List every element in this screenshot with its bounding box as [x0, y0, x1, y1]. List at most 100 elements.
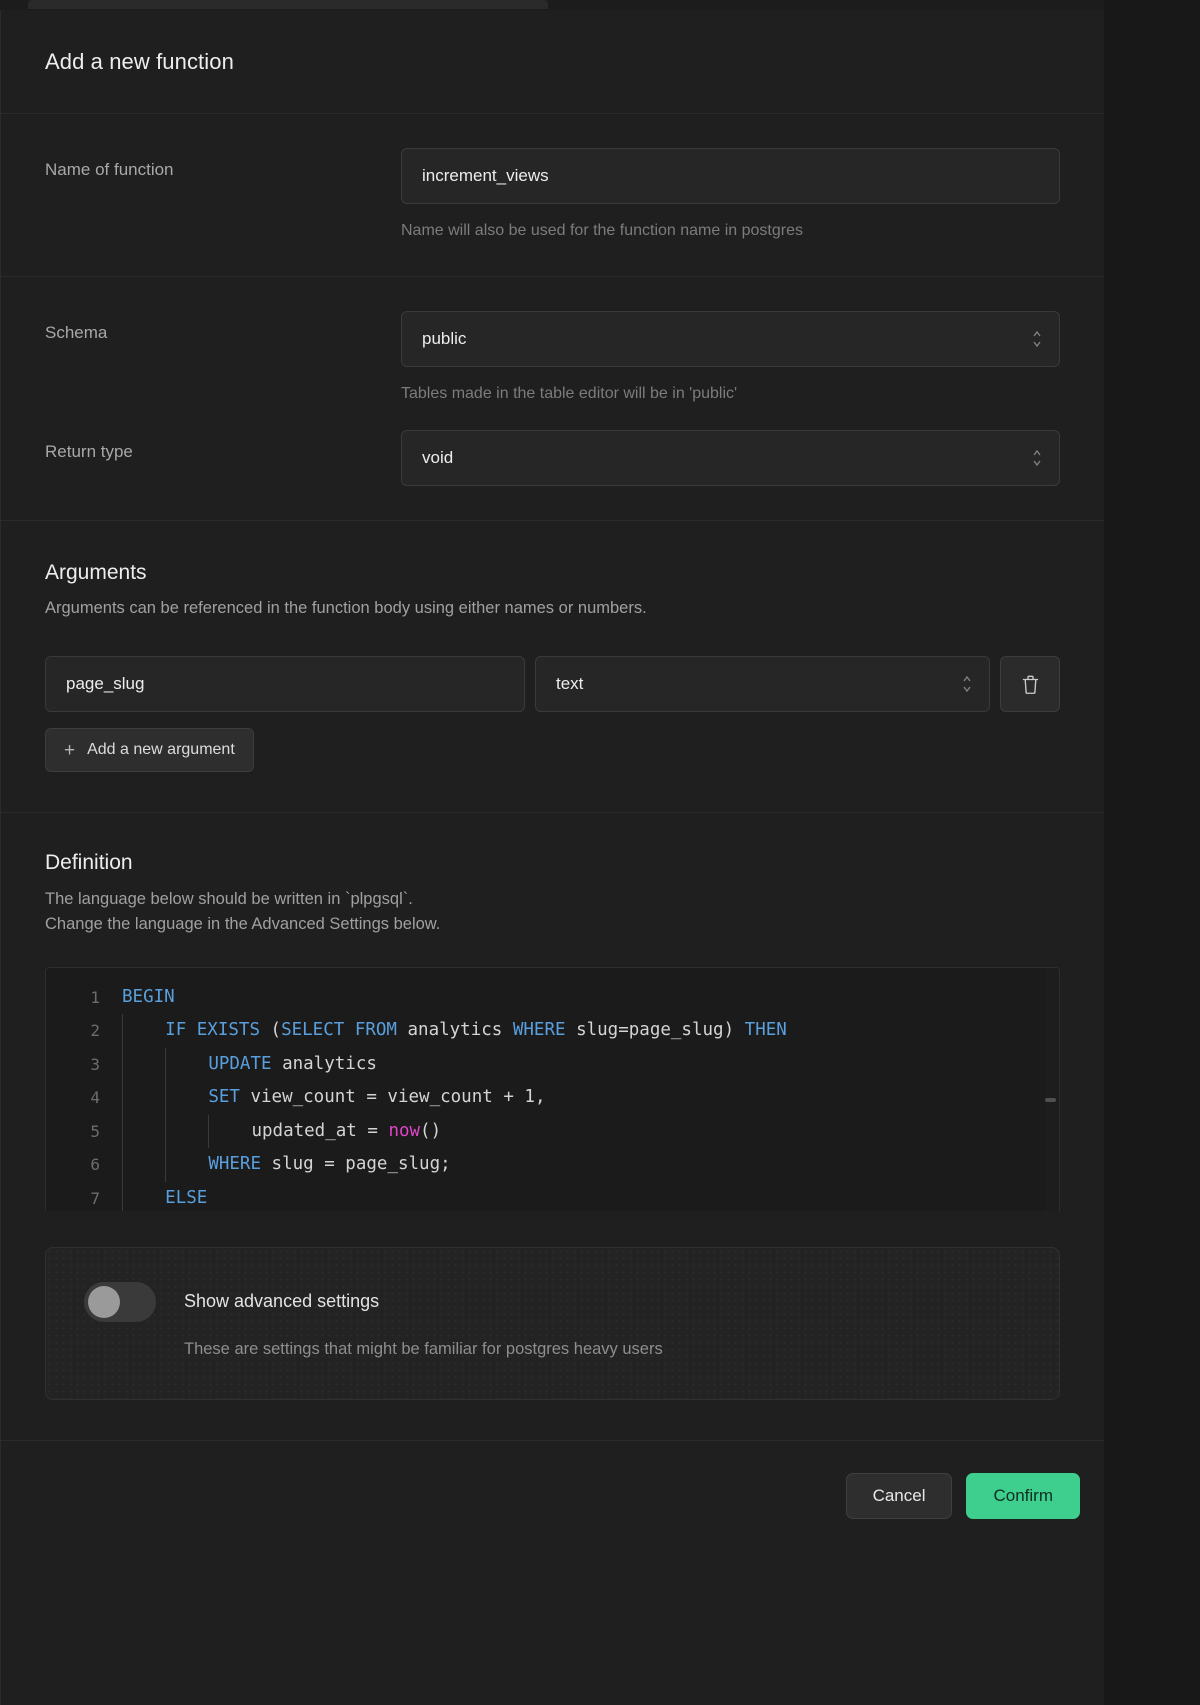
indent-guide	[165, 1081, 208, 1115]
delete-argument-button[interactable]	[1000, 656, 1060, 713]
chevron-updown-icon	[1033, 450, 1041, 467]
code-token: THEN	[744, 1020, 787, 1041]
app-root: Add a new function Name of function Name…	[0, 0, 1200, 1705]
line-number: 3	[90, 1054, 100, 1074]
code-text: updated_at = now()	[122, 1114, 442, 1149]
page-backdrop	[1104, 0, 1200, 1705]
advanced-settings-section: Show advanced settings These are setting…	[1, 1211, 1104, 1441]
return-type-label: Return type	[45, 442, 133, 462]
indent-guide	[122, 1014, 165, 1048]
editor-scrollbar-track[interactable]	[1045, 967, 1059, 1211]
code-token: UPDATE	[208, 1053, 283, 1074]
code-token: IF EXISTS	[165, 1020, 271, 1041]
schema-label: Schema	[45, 322, 108, 342]
code-editor[interactable]: 1 BEGIN 2 IF EXISTS (SELECT FROM analytics…	[45, 966, 1060, 1211]
indent-guide	[165, 1114, 208, 1149]
arguments-title: Arguments	[45, 561, 147, 585]
advanced-settings-card: Show advanced settings These are setting…	[45, 1246, 1060, 1400]
advanced-helper-text: These are settings that might be familia…	[184, 1339, 663, 1358]
code-line: 4 SET view_count = view_count + 1,	[46, 1081, 1059, 1115]
code-line: 5 updated_at = now()	[46, 1114, 1059, 1149]
argument-row: text	[45, 656, 1060, 713]
page-title: Add a new function	[45, 48, 234, 74]
definition-title: Definition	[45, 851, 133, 875]
return-type-select[interactable]: void	[401, 430, 1060, 487]
plus-icon: +	[64, 739, 76, 761]
code-editor-content[interactable]: 1 BEGIN 2 IF EXISTS (SELECT FROM analytics…	[46, 968, 1059, 1211]
editor-scrollbar-thumb[interactable]	[1045, 1097, 1056, 1102]
name-label: Name of function	[45, 160, 174, 179]
code-line: 1 BEGIN	[46, 981, 1059, 1015]
definition-line-2: Change the language in the Advanced Sett…	[45, 914, 441, 933]
code-line: 3 UPDATE analytics	[46, 1047, 1059, 1082]
code-token: analytics	[407, 1020, 513, 1041]
code-line: 6 WHERE slug = page_slug;	[46, 1148, 1059, 1182]
line-number: 1	[90, 987, 100, 1007]
argument-name-input[interactable]	[45, 656, 525, 713]
cancel-button[interactable]: Cancel	[845, 1472, 953, 1519]
chevron-updown-icon	[963, 676, 971, 693]
indent-guide	[122, 1148, 165, 1182]
code-text: UPDATE analytics	[122, 1047, 377, 1082]
confirm-button[interactable]: Confirm	[966, 1472, 1080, 1519]
arguments-subtitle: Arguments can be referenced in the funct…	[45, 599, 647, 618]
code-token: WHERE	[208, 1154, 272, 1175]
code-token: BEGIN	[122, 986, 175, 1007]
show-advanced-settings-toggle[interactable]	[84, 1281, 156, 1322]
schema-helper-text: Tables made in the table editor will be …	[401, 384, 738, 402]
definition-section: Definition The language below should be …	[1, 813, 1104, 1211]
schema-select[interactable]: public	[401, 310, 1060, 367]
indent-guide	[165, 1047, 208, 1082]
line-number: 4	[90, 1088, 100, 1108]
code-token: ()	[420, 1120, 442, 1141]
chevron-updown-icon	[1033, 330, 1041, 347]
line-number: 2	[90, 1021, 100, 1041]
name-section: Name of function Name will also be used …	[1, 114, 1104, 277]
code-token: SELECT FROM	[281, 1020, 408, 1041]
panel-header: Add a new function	[1, 10, 1104, 114]
code-token: (	[270, 1020, 282, 1041]
schema-section: Schema public Tables made in the table e…	[1, 277, 1104, 522]
return-type-value: void	[422, 448, 454, 468]
indent-guide	[122, 1081, 165, 1115]
panel-footer: Cancel Confirm	[1, 1441, 1104, 1705]
indent-guide	[122, 1047, 165, 1082]
code-token: ELSE	[165, 1187, 208, 1208]
code-text: IF EXISTS (SELECT FROM analytics WHERE s…	[122, 1014, 787, 1048]
definition-line-1: The language below should be written in …	[45, 890, 413, 909]
code-token: updated_at =	[251, 1120, 389, 1141]
argument-type-select[interactable]: text	[535, 656, 990, 713]
advanced-toggle-label: Show advanced settings	[184, 1291, 380, 1312]
code-token: now	[388, 1120, 421, 1141]
code-token: slug = page_slug;	[271, 1154, 451, 1175]
code-token: slug=page_slug)	[576, 1020, 745, 1041]
schema-select-value: public	[422, 328, 467, 348]
name-helper-text: Name will also be used for the function …	[401, 222, 803, 239]
code-token: SET	[208, 1087, 251, 1108]
add-argument-label: Add a new argument	[87, 741, 235, 759]
code-token: WHERE	[512, 1020, 577, 1041]
indent-guide	[208, 1114, 251, 1149]
indent-guide	[122, 1114, 165, 1149]
code-line: 2 IF EXISTS (SELECT FROM analytics WHERE…	[46, 1014, 1059, 1048]
toggle-knob	[88, 1285, 120, 1318]
trash-icon	[1022, 675, 1038, 694]
add-argument-button[interactable]: + Add a new argument	[45, 728, 254, 773]
line-number: 5	[90, 1121, 100, 1141]
code-text: BEGIN	[122, 981, 175, 1015]
function-name-input[interactable]	[401, 148, 1060, 204]
background-tab-stub	[28, 0, 548, 9]
code-text: SET view_count = view_count + 1,	[122, 1081, 545, 1115]
code-token: view_count = view_count + 1,	[250, 1087, 546, 1108]
code-token: analytics	[282, 1053, 377, 1074]
arguments-section: Arguments Arguments can be referenced in…	[1, 521, 1104, 814]
indent-guide	[165, 1148, 208, 1182]
line-number: 6	[90, 1155, 100, 1175]
code-text: ELSE	[122, 1181, 208, 1211]
code-line: 7 ELSE	[46, 1181, 1059, 1211]
argument-type-value: text	[556, 674, 584, 694]
indent-guide	[122, 1181, 165, 1211]
add-function-panel: Add a new function Name of function Name…	[0, 10, 1104, 1705]
line-number: 7	[90, 1188, 100, 1208]
code-text: WHERE slug = page_slug;	[122, 1148, 451, 1182]
